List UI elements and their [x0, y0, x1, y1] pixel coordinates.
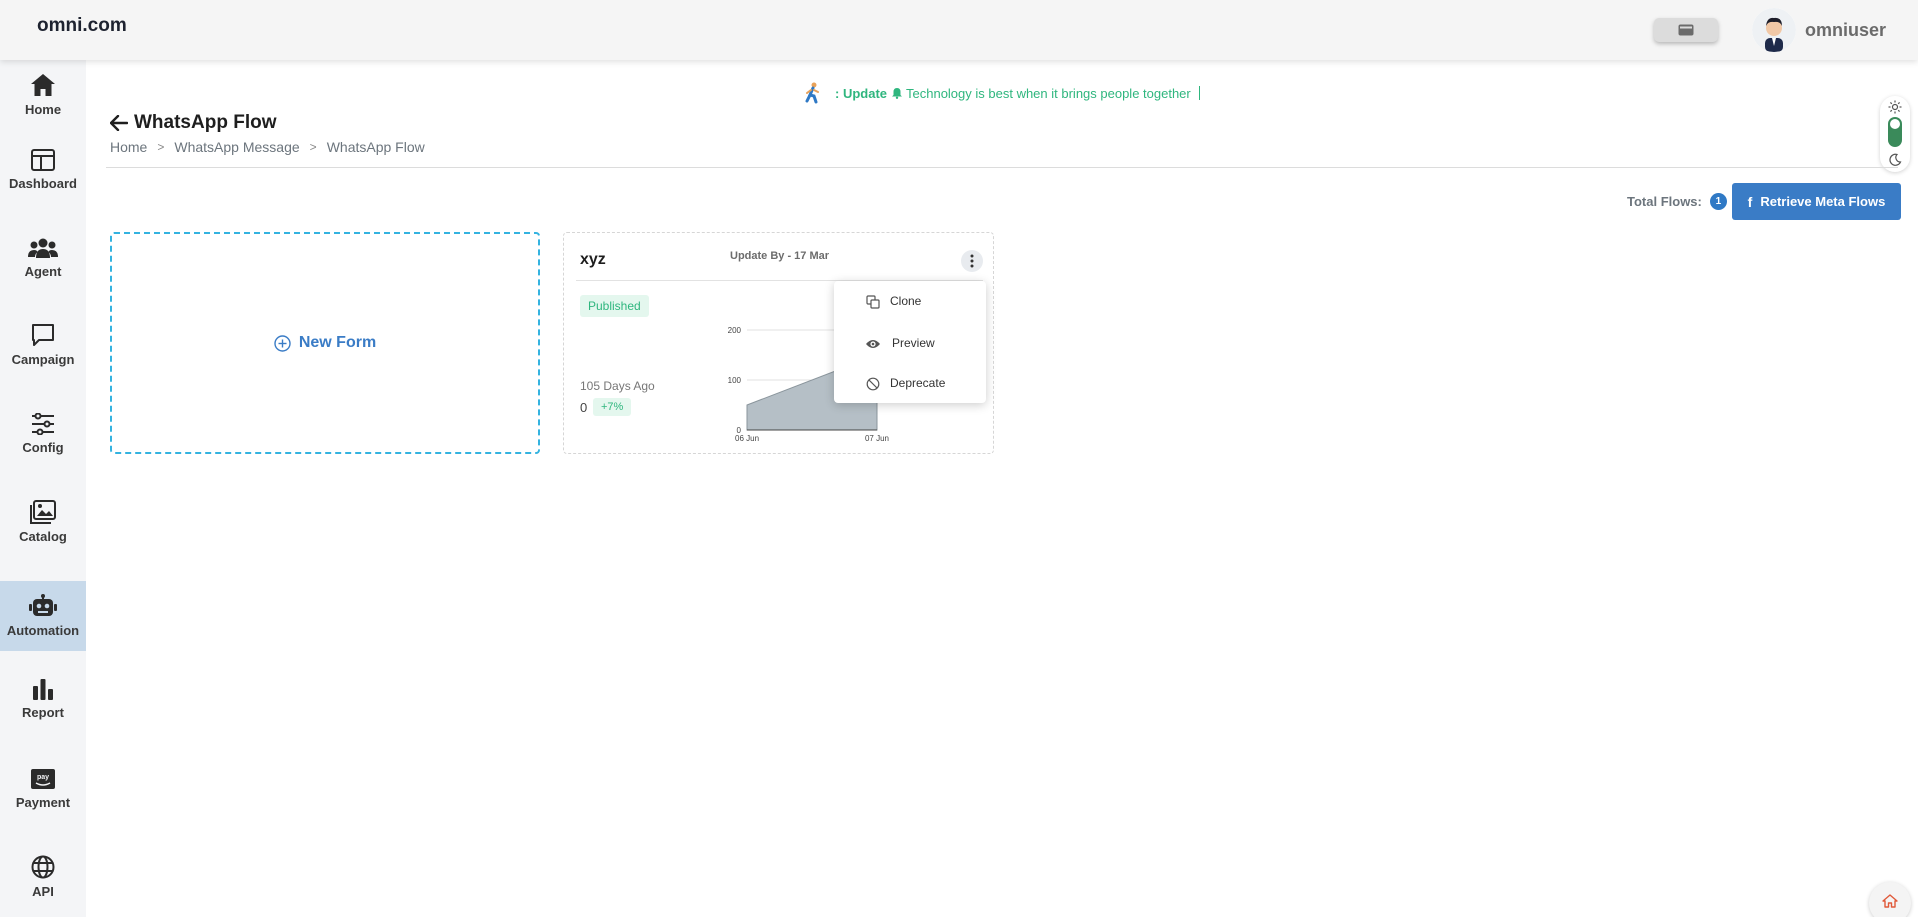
- ticker-cursor: [1198, 86, 1200, 100]
- campaign-icon: [32, 324, 54, 346]
- sidebar-item-catalog[interactable]: Catalog: [0, 487, 86, 557]
- wallet-icon: [1678, 24, 1694, 36]
- menu-item-label: Preview: [892, 336, 935, 350]
- chevron-right-icon: >: [309, 140, 317, 154]
- page-title-text: WhatsApp Flow: [134, 112, 277, 133]
- home-shortcut-button[interactable]: [1869, 882, 1911, 917]
- breadcrumb-item-whatsapp-flow: WhatsApp Flow: [326, 139, 425, 155]
- sidebar-item-campaign[interactable]: Campaign: [0, 310, 86, 380]
- svg-text:pay: pay: [37, 774, 49, 781]
- report-icon: [33, 679, 53, 700]
- theme-toggle[interactable]: [1880, 96, 1910, 172]
- eye-icon: [866, 340, 880, 348]
- payment-icon: pay: [31, 769, 55, 789]
- total-flows-label: Total Flows:: [1627, 194, 1702, 209]
- header-divider: [106, 167, 1898, 168]
- home-icon: [31, 74, 55, 96]
- flow-options-button[interactable]: [961, 250, 983, 272]
- sidebar-item-label: Home: [24, 102, 62, 117]
- config-icon: [32, 413, 54, 435]
- avatar-icon: [1752, 8, 1796, 52]
- moon-icon: [1889, 153, 1902, 166]
- menu-item-label: Clone: [890, 294, 922, 308]
- kebab-menu-icon: [970, 254, 974, 268]
- sidebar-item-label: Agent: [24, 264, 62, 279]
- arrow-left-icon: [110, 115, 128, 131]
- breadcrumb-item-home[interactable]: Home: [110, 139, 147, 155]
- home-icon: [1882, 894, 1898, 908]
- new-form-label: New Form: [298, 334, 377, 351]
- total-flows-badge: 1: [1709, 193, 1727, 210]
- app-logo[interactable]: omni.com: [37, 15, 127, 37]
- back-button[interactable]: [110, 115, 128, 131]
- chart-x-tick-label: 07 Jun: [865, 434, 889, 443]
- sidebar-item-label: Payment: [15, 795, 71, 810]
- retrieve-meta-flows-button[interactable]: f Retrieve Meta Flows: [1732, 183, 1901, 220]
- sidebar-item-label: Catalog: [19, 529, 67, 544]
- sidebar-item-report[interactable]: Report: [0, 664, 86, 734]
- bell-icon: [892, 88, 902, 99]
- automation-icon: [29, 594, 57, 616]
- sidebar-item-dashboard[interactable]: Dashboard: [0, 135, 86, 205]
- menu-item-preview[interactable]: Preview: [834, 328, 986, 358]
- sidebar-item-label: Dashboard: [9, 176, 77, 191]
- theme-switch[interactable]: [1888, 117, 1902, 147]
- agent-icon: [28, 238, 58, 258]
- chevron-right-icon: >: [157, 140, 165, 154]
- update-ticker: : Update Technology is best when it brin…: [803, 82, 1200, 104]
- dashboard-icon: [31, 149, 55, 171]
- sidebar-item-agent[interactable]: Agent: [0, 223, 86, 293]
- api-icon: [31, 855, 55, 879]
- wallet-button[interactable]: [1654, 18, 1718, 42]
- top-bar: omni.com omniuser: [0, 0, 1918, 60]
- username[interactable]: omniuser: [1805, 20, 1886, 41]
- chart-y-tick-label: 200: [728, 326, 742, 335]
- total-flows: Total Flows: 1: [1627, 193, 1727, 210]
- chart-y-tick-label: 100: [728, 376, 742, 385]
- flow-context-menu: Clone Preview Deprecate: [834, 281, 986, 403]
- sun-icon: [1888, 100, 1902, 114]
- user-avatar[interactable]: [1752, 8, 1796, 52]
- sidebar-item-payment[interactable]: pay Payment: [0, 754, 86, 824]
- sidebar-item-label: Config: [22, 440, 64, 455]
- ticker-message: Technology is best when it brings people…: [906, 85, 1191, 101]
- sidebar: Home Dashboard Agent Campaign Config Cat…: [0, 60, 86, 917]
- breadcrumb-item-whatsapp-message[interactable]: WhatsApp Message: [174, 139, 299, 155]
- runner-icon: [805, 82, 819, 104]
- breadcrumb: Home > WhatsApp Message > WhatsApp Flow: [110, 139, 425, 155]
- sidebar-item-api[interactable]: API: [0, 842, 86, 912]
- flow-updated: Update By - 17 Mar: [730, 250, 830, 262]
- chart-x-tick-label: 06 Jun: [735, 434, 759, 443]
- sidebar-item-label: Report: [22, 705, 64, 720]
- flow-count: 0: [580, 400, 588, 415]
- plus-circle-icon: [274, 334, 291, 352]
- sidebar-item-automation[interactable]: Automation: [0, 581, 86, 651]
- retrieve-meta-flows-label: Retrieve Meta Flows: [1760, 194, 1886, 209]
- sidebar-item-label: Automation: [6, 623, 80, 638]
- flow-age: 105 Days Ago: [580, 379, 655, 393]
- sidebar-item-label: Campaign: [11, 352, 75, 367]
- sidebar-item-label: API: [32, 884, 54, 899]
- menu-item-deprecate[interactable]: Deprecate: [834, 368, 986, 398]
- new-form-card[interactable]: New Form: [110, 232, 540, 454]
- status-badge: Published: [580, 295, 649, 317]
- ticker-prefix: : Update: [835, 85, 887, 101]
- facebook-icon: f: [1747, 193, 1753, 210]
- flow-name: xyz: [580, 251, 606, 268]
- sidebar-item-config[interactable]: Config: [0, 399, 86, 469]
- clone-icon: [866, 295, 880, 309]
- theme-switch-knob: [1890, 119, 1900, 129]
- menu-item-clone[interactable]: Clone: [834, 286, 986, 316]
- page-title: WhatsApp Flow: [110, 112, 276, 134]
- ban-icon: [866, 377, 880, 391]
- sidebar-item-home[interactable]: Home: [0, 60, 86, 130]
- catalog-icon: [30, 500, 56, 524]
- menu-item-label: Deprecate: [890, 376, 946, 390]
- change-badge: +7%: [593, 398, 632, 416]
